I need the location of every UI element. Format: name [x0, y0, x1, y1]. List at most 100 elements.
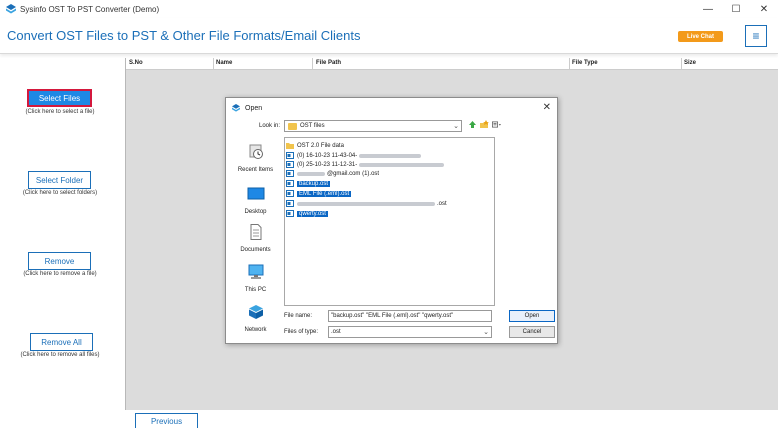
- ost-file-icon: [286, 161, 294, 168]
- file-name: qwerty.ost: [297, 210, 328, 217]
- file-name-label: File name:: [284, 313, 313, 319]
- file-name-input[interactable]: "backup.ost" "EML File (.eml).ost" "qwer…: [328, 310, 492, 322]
- cancel-button[interactable]: Cancel: [509, 326, 555, 338]
- remove-hint: (Click here to remove a file): [23, 271, 97, 277]
- list-item[interactable]: (0) 25-10-23 11-12-31-: [286, 160, 445, 169]
- hamburger-icon: ≡: [752, 29, 760, 43]
- desktop-icon: [247, 187, 264, 200]
- folder-icon: [286, 143, 294, 149]
- file-name: EML File (.eml).ost: [297, 190, 352, 197]
- dialog-toolbar: [468, 120, 501, 129]
- network-icon: [248, 305, 263, 319]
- recent-items-icon: [249, 144, 263, 159]
- list-item[interactable]: @gmail.com (1).ost: [286, 169, 379, 178]
- place-label: Documents: [240, 247, 271, 253]
- file-name: @gmail.com (1).ost: [327, 170, 380, 177]
- computer-icon: [248, 264, 263, 279]
- remove-all-hint: (Click here to remove all files): [20, 352, 100, 358]
- place-documents[interactable]: Documents: [230, 224, 281, 253]
- select-files-hint: (Click here to select a file): [25, 109, 95, 115]
- place-desktop[interactable]: Desktop: [230, 186, 281, 215]
- app-window: Sysinfo OST To PST Converter (Demo) — ☐ …: [0, 0, 778, 428]
- dialog-title: Open: [245, 104, 263, 112]
- redacted-text: [297, 201, 435, 206]
- chevron-down-icon: ⌄: [453, 123, 459, 130]
- open-button[interactable]: Open: [509, 310, 555, 322]
- column-sno[interactable]: S.No: [129, 60, 143, 66]
- place-network[interactable]: Network: [230, 304, 281, 333]
- column-name[interactable]: Name: [216, 60, 232, 66]
- place-label: Network: [244, 327, 267, 333]
- view-menu-icon[interactable]: [492, 120, 501, 129]
- list-item[interactable]: qwerty.ost: [286, 209, 328, 218]
- look-in-label: Look in:: [259, 123, 281, 129]
- list-item[interactable]: backup.ost: [286, 179, 331, 188]
- previous-button[interactable]: Previous: [135, 413, 198, 428]
- column-file-path[interactable]: File Path: [316, 60, 341, 66]
- window-title: Sysinfo OST To PST Converter (Demo): [20, 4, 160, 14]
- menu-button[interactable]: ≡: [745, 25, 767, 47]
- dialog-logo-icon: [232, 104, 240, 112]
- file-name: .ost: [437, 200, 447, 207]
- maximize-button[interactable]: ☐: [722, 0, 750, 18]
- list-item[interactable]: OST 2.0 File data: [286, 141, 344, 150]
- app-header: Convert OST Files to PST & Other File Fo…: [0, 18, 778, 54]
- list-item[interactable]: (0) 16-10-23 11-43-04-: [286, 151, 422, 160]
- close-button[interactable]: ✕: [750, 0, 778, 18]
- remove-button[interactable]: Remove: [28, 252, 91, 270]
- dialog-title-bar: Open ✕: [226, 98, 557, 118]
- files-of-type-label: Files of type:: [284, 329, 319, 335]
- column-size[interactable]: Size: [684, 60, 696, 66]
- ost-file-icon: [286, 180, 294, 187]
- chevron-down-icon: ⌄: [483, 329, 489, 336]
- table-header: S.No Name File Path File Type Size: [126, 58, 778, 70]
- app-logo-icon: [6, 4, 16, 14]
- dialog-close-icon[interactable]: ✕: [543, 102, 551, 113]
- column-divider: [569, 58, 570, 70]
- redacted-text: [359, 153, 422, 158]
- redacted-text: [297, 171, 325, 176]
- redacted-text: [359, 162, 445, 167]
- look-in-value: OST files: [300, 123, 325, 129]
- left-panel: Select Files (Click here to select a fil…: [0, 58, 125, 410]
- page-title: Convert OST Files to PST & Other File Fo…: [7, 28, 361, 43]
- list-item[interactable]: EML File (.eml).ost: [286, 189, 352, 198]
- ost-file-icon: [286, 170, 294, 177]
- column-divider: [312, 58, 313, 70]
- file-name: (0) 16-10-23 11-43-04-: [297, 152, 358, 159]
- window-controls: — ☐ ✕: [694, 0, 778, 18]
- select-folder-button[interactable]: Select Folder: [28, 171, 91, 189]
- look-in-dropdown[interactable]: OST files ⌄: [284, 120, 462, 132]
- up-folder-icon[interactable]: [468, 120, 477, 129]
- select-files-button[interactable]: Select Files: [27, 89, 92, 107]
- list-item[interactable]: .ost: [286, 199, 447, 208]
- ost-file-icon: [286, 152, 294, 159]
- title-bar: Sysinfo OST To PST Converter (Demo) — ☐ …: [0, 0, 778, 18]
- column-divider: [681, 58, 682, 70]
- place-label: This PC: [244, 287, 267, 293]
- live-chat-button[interactable]: Live Chat: [678, 31, 723, 42]
- file-name: (0) 25-10-23 11-12-31-: [297, 161, 358, 168]
- minimize-button[interactable]: —: [694, 0, 722, 18]
- ost-file-icon: [286, 200, 294, 207]
- open-file-dialog: Open ✕ Look in: OST files ⌄ Recent Items…: [225, 97, 558, 344]
- place-label: Recent Items: [237, 167, 274, 173]
- ost-file-icon: [286, 190, 294, 197]
- files-of-type-select[interactable]: .ost ⌄: [328, 326, 492, 338]
- place-this-pc[interactable]: This PC: [230, 264, 281, 293]
- file-name: OST 2.0 File data: [297, 142, 344, 149]
- column-file-type[interactable]: File Type: [572, 60, 598, 66]
- file-name: backup.ost: [297, 180, 331, 187]
- select-folder-hint: (Click here to select folders): [22, 190, 98, 196]
- documents-icon: [250, 224, 261, 240]
- place-recent-items[interactable]: Recent Items: [230, 144, 281, 173]
- place-label: Desktop: [244, 209, 267, 215]
- places-sidebar: Recent Items Desktop Documents This PC N…: [230, 138, 281, 338]
- ost-file-icon: [286, 210, 294, 217]
- remove-all-button[interactable]: Remove All: [30, 333, 93, 351]
- files-of-type-value: .ost: [331, 329, 341, 335]
- column-divider: [213, 58, 214, 70]
- folder-icon: [288, 122, 297, 130]
- file-list[interactable]: OST 2.0 File data (0) 16-10-23 11-43-04-…: [284, 137, 495, 306]
- new-folder-icon[interactable]: [480, 120, 489, 129]
